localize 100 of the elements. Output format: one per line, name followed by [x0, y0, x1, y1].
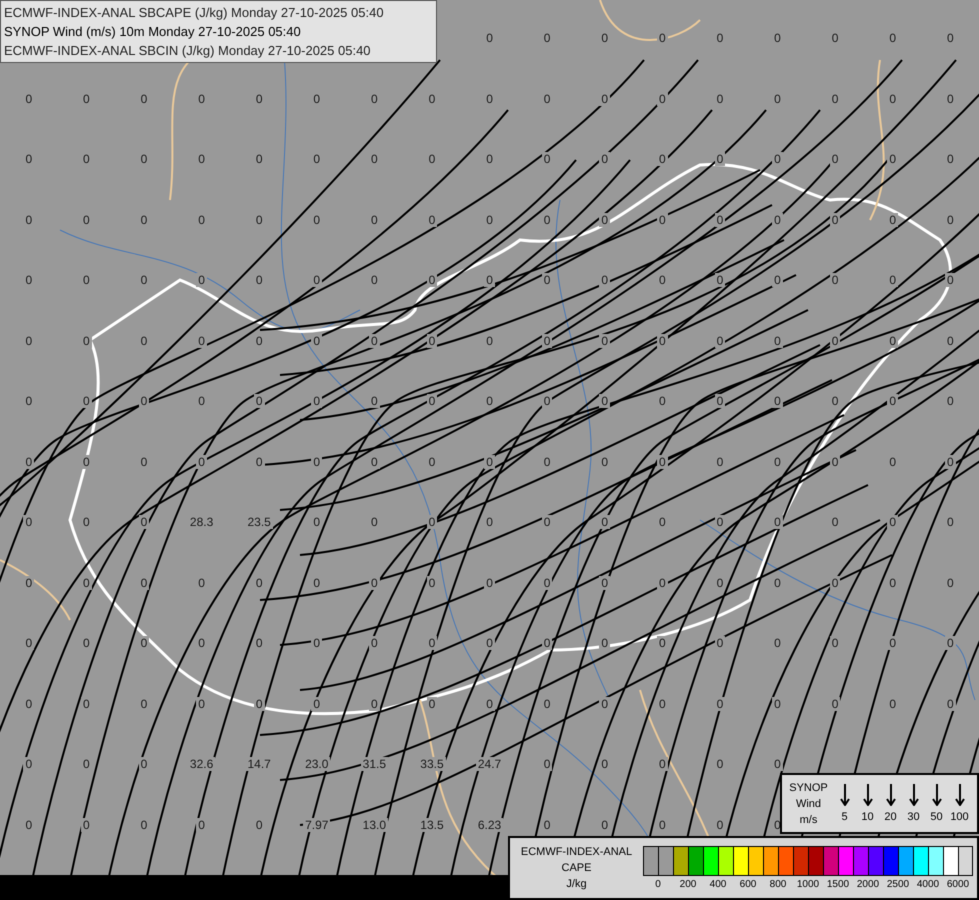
scale-tick-label: 400: [710, 880, 726, 890]
field-value: 0: [311, 334, 322, 348]
field-value: 0: [254, 818, 265, 832]
field-value: 0: [714, 454, 726, 469]
field-value: 0: [23, 515, 34, 530]
field-value: 0: [369, 92, 380, 106]
field-value: 0: [887, 334, 898, 348]
field-value: 0: [714, 92, 726, 106]
field-value: 0: [196, 152, 207, 166]
field-value: 0: [656, 273, 668, 288]
field-value: 0: [656, 818, 668, 832]
speed-label: 20: [884, 812, 897, 823]
field-value: 0: [196, 576, 207, 590]
field-value: 0: [887, 696, 898, 711]
field-value: 0: [484, 394, 495, 408]
field-value: 0: [830, 696, 840, 711]
field-value: 23.5: [245, 515, 273, 530]
field-value: 0: [542, 31, 552, 46]
field-value: 0: [772, 636, 783, 650]
field-value: 0: [484, 273, 495, 288]
field-value: 0: [426, 212, 438, 227]
field-value: 0: [426, 394, 438, 408]
field-value: 0: [23, 636, 34, 650]
field-value: 0: [426, 454, 438, 469]
field-value: 0: [311, 212, 322, 227]
field-value: 0: [772, 92, 783, 106]
field-value: 0: [484, 92, 495, 106]
field-value: 0: [772, 334, 783, 348]
field-value: 0: [254, 696, 265, 711]
field-value: 0: [426, 92, 438, 106]
field-value: 0: [887, 152, 898, 166]
field-value: 0: [830, 273, 840, 288]
scale-tick-label: 800: [770, 880, 786, 890]
field-value: 0: [81, 152, 92, 166]
field-value: 0: [138, 818, 150, 832]
arrow-down-icon: [886, 784, 896, 806]
field-value: 7.97: [303, 818, 330, 832]
field-value: 0: [196, 696, 207, 711]
field-value: 0: [81, 454, 92, 469]
field-value: 0: [714, 31, 726, 46]
field-value: 0: [599, 212, 610, 227]
scale-tick-label: 4000: [916, 880, 940, 890]
field-value: 0: [542, 92, 552, 106]
field-value: 0: [944, 576, 956, 590]
field-value: 0: [484, 636, 495, 650]
field-value: 0: [196, 818, 207, 832]
field-value: 0: [542, 152, 552, 166]
field-value: 0: [887, 92, 898, 106]
field-value: 0: [369, 273, 380, 288]
field-value: 0: [81, 696, 92, 711]
field-value: 0: [599, 576, 610, 590]
field-value: 0: [311, 152, 322, 166]
field-value: 0: [138, 334, 150, 348]
field-value: 0: [138, 394, 150, 408]
field-value: 0: [830, 454, 840, 469]
field-value: 0: [311, 92, 322, 106]
field-value: 0: [944, 394, 956, 408]
title-line: ECMWF-INDEX-ANAL SBCIN (J/kg) Monday 27-10-2025 05:40: [4, 42, 372, 60]
title-line: ECMWF-INDEX-ANAL SBCAPE (J/kg) Monday 27-10-2025 05:40: [4, 4, 385, 22]
speed-label: 100: [950, 812, 969, 823]
field-value: 0: [254, 152, 265, 166]
field-value: 0: [23, 757, 34, 772]
field-value: 0: [944, 31, 956, 46]
field-value: 23.0: [303, 757, 330, 772]
field-value: 0: [714, 212, 726, 227]
scale-tick-label: 1000: [796, 880, 820, 890]
arrow-down-icon: [932, 784, 942, 806]
field-value: 0: [599, 757, 610, 772]
scale-tick-label: 0: [655, 880, 661, 890]
field-value: 0: [772, 454, 783, 469]
field-value: 0: [23, 212, 34, 227]
field-value: 0: [254, 394, 265, 408]
field-value: 0: [484, 696, 495, 711]
field-value: 0: [311, 696, 322, 711]
field-value: 0: [138, 212, 150, 227]
field-value: 0: [944, 334, 956, 348]
arrow-down-icon: [954, 784, 964, 806]
field-value: 0: [426, 515, 438, 530]
field-value: 0: [138, 152, 150, 166]
field-value: 0: [196, 212, 207, 227]
field-value: 0: [254, 92, 265, 106]
field-value: 0: [714, 636, 726, 650]
field-value: 0: [772, 273, 783, 288]
field-value: 0: [542, 273, 552, 288]
speed-label: 30: [907, 812, 920, 823]
field-value: 0: [542, 576, 552, 590]
field-value: 0: [944, 212, 956, 227]
field-value: 0: [23, 818, 34, 832]
field-value: 0: [23, 454, 34, 469]
field-value: 0: [887, 394, 898, 408]
legend-title: ECMWF-INDEX-ANAL: [520, 845, 632, 860]
field-value: 0: [369, 394, 380, 408]
field-value: 6.23: [476, 818, 504, 832]
scale-tick-label: 6000: [946, 880, 970, 890]
field-value: 0: [542, 636, 552, 650]
field-value: 0: [311, 273, 322, 288]
field-value: 0: [311, 454, 322, 469]
field-value: 0: [254, 334, 265, 348]
field-value: 0: [714, 576, 726, 590]
field-value: 0: [484, 334, 495, 348]
